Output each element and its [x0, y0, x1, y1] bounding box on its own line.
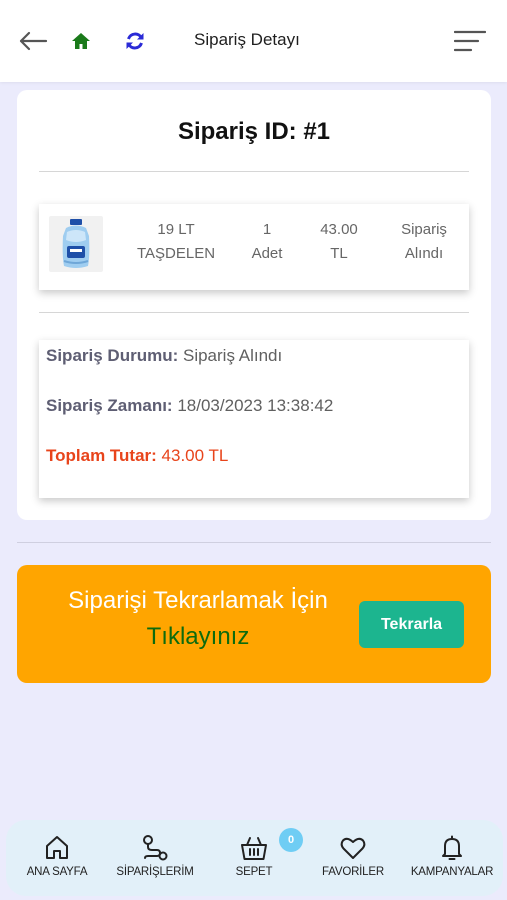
nav-item-home[interactable]: ANA SAYFA [14, 834, 100, 890]
heart-icon [340, 837, 366, 859]
order-status-label: Sipariş Durumu: [46, 346, 179, 365]
item-status: Sipariş Alındı [383, 218, 465, 266]
item-name-line2: TAŞDELEN [136, 245, 216, 262]
cart-count-badge: 0 [279, 828, 303, 852]
item-quantity: 1 Adet [245, 218, 289, 266]
order-time-row: Sipariş Zamanı: 18/03/2023 13:38:42 [46, 396, 333, 416]
nav-label-home: ANA SAYFA [26, 866, 88, 878]
item-price: 43.00 TL [307, 218, 371, 266]
order-total-label: Toplam Tutar: [46, 446, 157, 465]
basket-icon [241, 837, 267, 860]
order-status-row: Sipariş Durumu: Sipariş Alındı [46, 346, 282, 366]
nav-label-campaigns: KAMPANYALAR [410, 866, 494, 878]
reorder-button[interactable]: Tekrarla [359, 601, 464, 648]
nav-item-favorites[interactable]: FAVORİLER [312, 834, 394, 890]
order-info-box: Sipariş Durumu: Sipariş Alındı Sipariş Z… [39, 340, 469, 498]
reorder-text-line2: Tıklayınız [146, 623, 250, 650]
order-card: Sipariş ID: #1 19 LT TAŞDELEN 1 Adet 43.… [17, 90, 491, 520]
reorder-text-line1: Siparişi Tekrarlamak İçin [68, 587, 328, 614]
item-quantity-value: 1 [262, 221, 272, 238]
nav-label-cart: SEPET [235, 866, 273, 878]
order-total-row: Toplam Tutar: 43.00 TL [46, 446, 228, 466]
home-icon[interactable] [68, 26, 94, 56]
item-quantity-unit: Adet [251, 245, 283, 262]
nav-item-orders[interactable]: SİPARİŞLERİM [106, 834, 204, 890]
item-name: 19 LT TAŞDELEN [131, 218, 221, 266]
section-divider [17, 542, 491, 543]
nav-label-favorites: FAVORİLER [322, 866, 384, 878]
order-time-label: Sipariş Zamanı: [46, 396, 173, 415]
order-item-row: 19 LT TAŞDELEN 1 Adet 43.00 TL Sipariş A… [39, 204, 469, 290]
item-price-value: 43.00 [320, 221, 358, 238]
item-price-currency: TL [330, 245, 348, 262]
reorder-banner: Siparişi Tekrarlamak İçin Tıklayınız Tek… [17, 565, 491, 683]
bottom-navigation: ANA SAYFA SİPARİŞLERİM SEPET 0 FAVORİLER… [6, 820, 503, 896]
refresh-icon[interactable] [122, 26, 148, 56]
item-status-line1: Sipariş [401, 221, 447, 238]
item-name-line1: 19 LT [157, 221, 195, 238]
divider [39, 312, 469, 313]
page-title: Sipariş Detayı [194, 30, 300, 49]
back-arrow-icon[interactable] [16, 26, 50, 56]
order-total-value: 43.00 TL [161, 446, 229, 465]
order-time-value: 18/03/2023 13:38:42 [177, 396, 334, 415]
bell-icon [442, 835, 462, 860]
home-outline-icon [46, 836, 68, 859]
route-icon [143, 835, 168, 861]
divider [39, 171, 469, 172]
product-image [49, 216, 103, 272]
top-bar: Sipariş Detayı [0, 0, 507, 82]
menu-icon[interactable] [452, 26, 488, 56]
nav-label-orders: SİPARİŞLERİM [116, 866, 194, 878]
nav-item-campaigns[interactable]: KAMPANYALAR [402, 834, 502, 890]
item-status-line2: Alındı [404, 245, 444, 262]
order-id-heading: Sipariş ID: #1 [177, 118, 331, 145]
order-status-value: Sipariş Alındı [182, 346, 283, 365]
